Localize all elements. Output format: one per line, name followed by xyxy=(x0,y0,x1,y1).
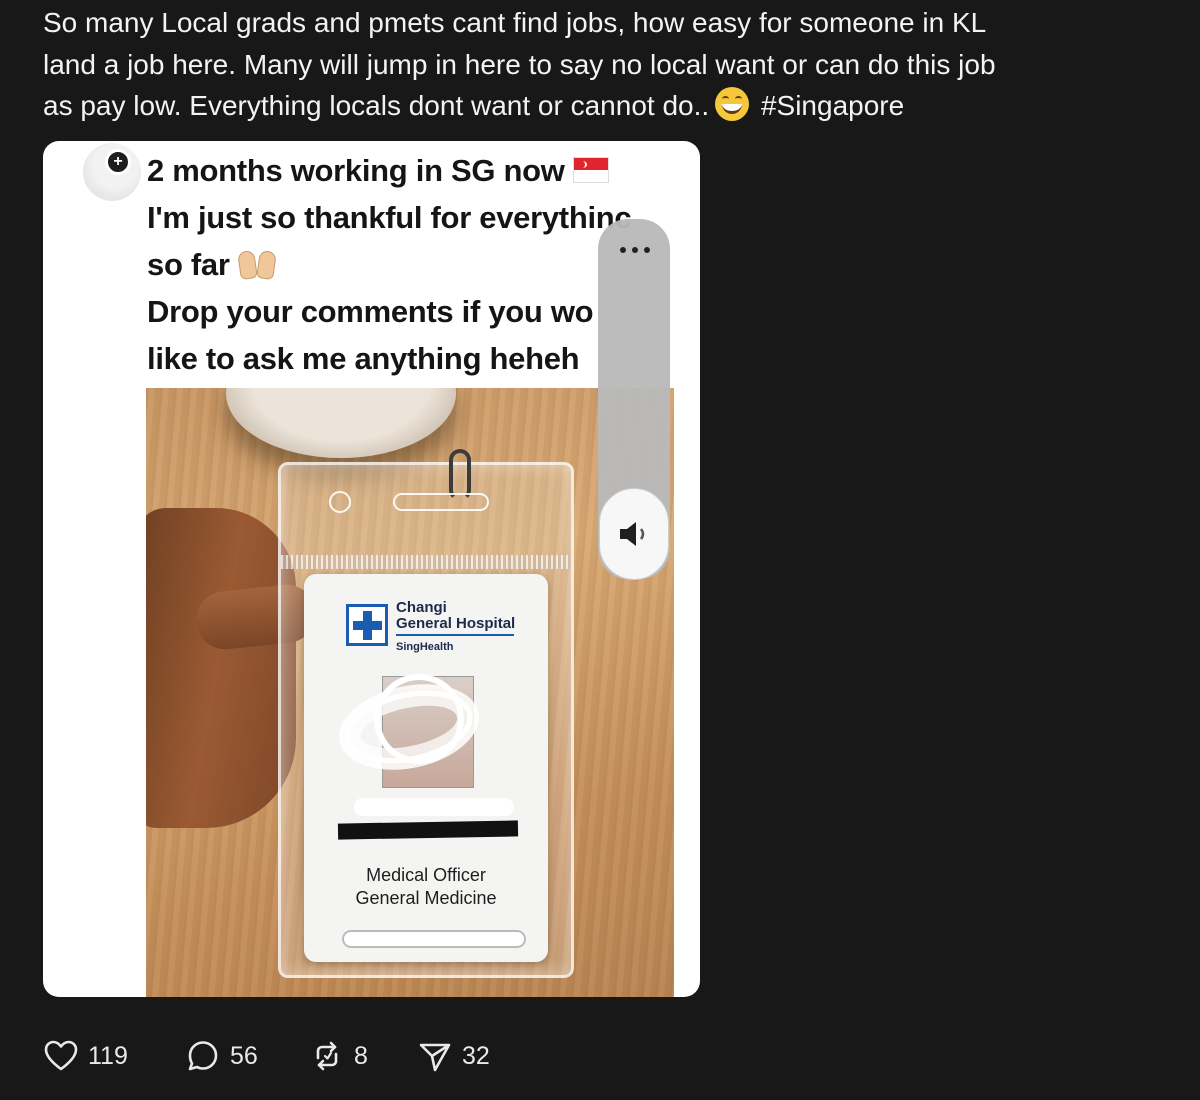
hand-shape xyxy=(146,508,296,828)
speaker-icon xyxy=(620,522,645,546)
comment-button[interactable]: 56 xyxy=(185,1036,258,1076)
hospital-line-2: General Hospital xyxy=(396,615,516,632)
name-redaction-white xyxy=(354,798,514,816)
barcode-redaction xyxy=(344,932,524,946)
like-count: 119 xyxy=(88,1041,128,1070)
singapore-flag-icon xyxy=(572,157,609,183)
heart-icon xyxy=(44,1040,78,1071)
role-text: Medical Officer General Medicine xyxy=(304,864,548,910)
more-options-icon[interactable] xyxy=(620,240,650,260)
like-button[interactable]: 119 xyxy=(43,1036,128,1076)
repost-button[interactable]: 8 xyxy=(309,1036,368,1076)
caption-line-1: 2 months working in SG now xyxy=(147,153,565,188)
story-caption: 2 months working in SG now I'm just so t… xyxy=(147,147,647,382)
zip-strip xyxy=(281,555,571,569)
hospital-network: SingHealth xyxy=(396,641,454,653)
role-line-1: Medical Officer xyxy=(366,865,486,885)
post-line-3: as pay low. Everything locals dont want … xyxy=(43,85,1173,127)
caption-line-2: I'm just so thankful for everythinc xyxy=(147,200,632,235)
post-line-3-text: as pay low. Everything locals dont want … xyxy=(43,90,710,121)
palms-up-together-icon xyxy=(236,249,277,281)
comment-count: 56 xyxy=(230,1041,258,1070)
post-line-1: So many Local grads and pmets cant find … xyxy=(43,7,987,38)
caption-line-5: like to ask me anything heheh xyxy=(147,341,580,376)
hospital-line-1: Changi xyxy=(396,599,447,616)
sleeve-slot xyxy=(393,493,489,511)
repost-icon xyxy=(316,1041,338,1071)
sleeve-hole xyxy=(329,491,351,513)
post-line-2: land a job here. Many will jump in here … xyxy=(43,48,996,80)
grinning-face-emoji-icon xyxy=(715,87,750,121)
role-line-2: General Medicine xyxy=(355,888,497,908)
caption-line-3: so far xyxy=(147,247,230,282)
hospital-name: Changi General Hospital SingHealth xyxy=(396,600,546,655)
follow-plus-icon: + xyxy=(105,149,131,175)
badge-photo: Changi General Hospital SingHealth Medic… xyxy=(146,388,674,997)
repost-count: 8 xyxy=(354,1041,368,1070)
volume-button[interactable] xyxy=(599,488,669,580)
share-count: 32 xyxy=(462,1041,490,1070)
share-button[interactable]: 32 xyxy=(417,1036,490,1076)
send-icon xyxy=(419,1043,451,1072)
hospital-cross-logo-icon xyxy=(346,604,388,646)
id-card: Changi General Hospital SingHealth Medic… xyxy=(304,574,548,962)
post-text: So many Local grads and pmets cant find … xyxy=(43,2,1173,127)
caption-line-4: Drop your comments if you wo xyxy=(147,294,594,329)
hashtag-link[interactable]: #Singapore xyxy=(761,90,904,121)
bowl-shape xyxy=(226,388,456,458)
comment-bubble-icon xyxy=(188,1041,218,1071)
name-redaction-bar xyxy=(337,820,519,840)
